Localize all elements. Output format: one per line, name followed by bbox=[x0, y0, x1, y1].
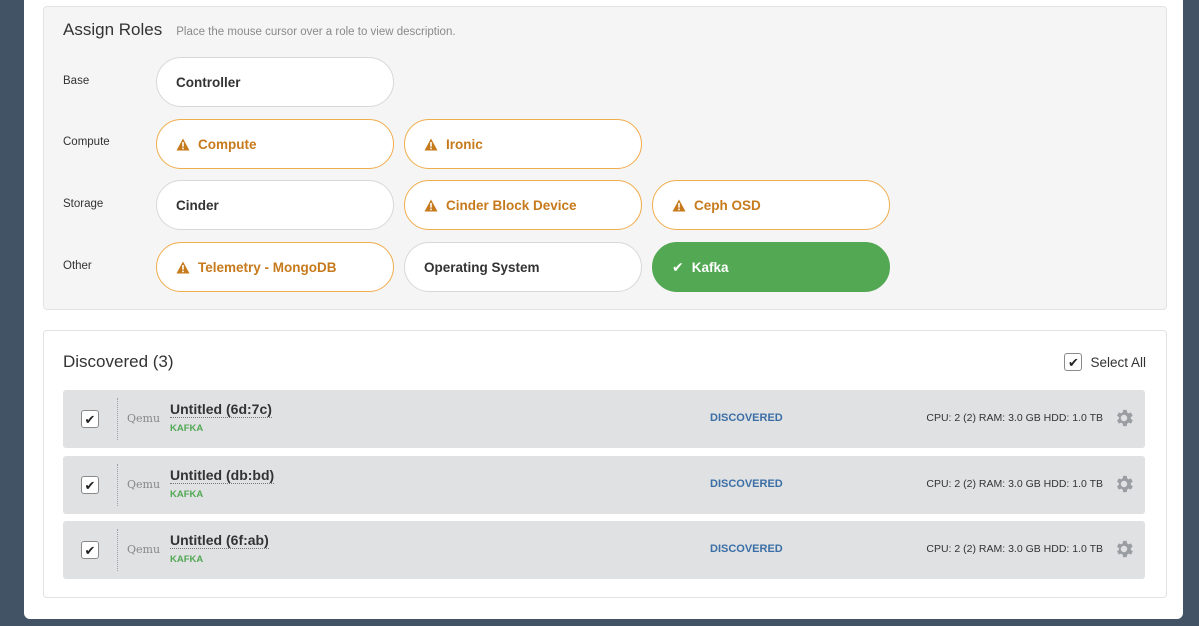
node-row[interactable]: ✔ Qemu Untitled (6d:7c) KAFKA DISCOVERED… bbox=[63, 390, 1145, 448]
node-checkbox[interactable]: ✔ bbox=[81, 410, 99, 428]
node-vendor: Qemu bbox=[127, 412, 161, 425]
assign-roles-panel: Assign Roles Place the mouse cursor over… bbox=[43, 6, 1167, 310]
assign-roles-header: Assign Roles Place the mouse cursor over… bbox=[63, 20, 456, 40]
group-label-other: Other bbox=[63, 260, 92, 272]
role-label: Cinder bbox=[176, 197, 219, 213]
node-status: DISCOVERED bbox=[710, 543, 783, 555]
row-divider bbox=[117, 464, 118, 506]
role-controller[interactable]: Controller bbox=[156, 57, 394, 107]
group-label-compute: Compute bbox=[63, 136, 110, 148]
main-panel: Assign Roles Place the mouse cursor over… bbox=[24, 0, 1183, 619]
node-name[interactable]: Untitled (6d:7c) bbox=[170, 401, 272, 418]
role-cinder-block-device[interactable]: Cinder Block Device bbox=[404, 180, 642, 230]
role-operating-system[interactable]: Operating System bbox=[404, 242, 642, 292]
role-label: Cinder Block Device bbox=[446, 197, 577, 213]
row-divider bbox=[117, 529, 118, 571]
node-role: KAFKA bbox=[170, 554, 204, 565]
checkmark-icon: ✔ bbox=[672, 258, 684, 275]
node-name[interactable]: Untitled (6f:ab) bbox=[170, 532, 269, 549]
group-label-storage: Storage bbox=[63, 198, 104, 210]
role-ironic[interactable]: Ironic bbox=[404, 119, 642, 169]
assign-roles-title: Assign Roles bbox=[63, 20, 163, 39]
group-label-base: Base bbox=[63, 75, 90, 87]
gear-icon[interactable] bbox=[1113, 407, 1135, 429]
role-cinder[interactable]: Cinder bbox=[156, 180, 394, 230]
select-all-label: Select All bbox=[1090, 354, 1146, 370]
discovered-nodes-panel: Discovered (3) ✔ Select All ✔ Qemu Untit… bbox=[43, 330, 1167, 598]
role-telemetry-mongodb[interactable]: Telemetry - MongoDB bbox=[156, 242, 394, 292]
node-specs: CPU: 2 (2) RAM: 3.0 GB HDD: 1.0 TB bbox=[926, 412, 1103, 424]
role-kafka[interactable]: ✔ Kafka bbox=[652, 242, 890, 292]
discovered-title: Discovered (3) bbox=[63, 352, 174, 371]
node-specs: CPU: 2 (2) RAM: 3.0 GB HDD: 1.0 TB bbox=[926, 543, 1103, 555]
role-label: Compute bbox=[198, 136, 257, 152]
select-all-control[interactable]: ✔ Select All bbox=[1064, 353, 1146, 371]
node-row[interactable]: ✔ Qemu Untitled (db:bd) KAFKA DISCOVERED… bbox=[63, 456, 1145, 514]
node-checkbox[interactable]: ✔ bbox=[81, 541, 99, 559]
node-status: DISCOVERED bbox=[710, 478, 783, 490]
warning-triangle-icon bbox=[424, 138, 438, 150]
role-label: Kafka bbox=[691, 259, 729, 275]
role-label: Telemetry - MongoDB bbox=[198, 259, 337, 275]
role-ceph-osd[interactable]: Ceph OSD bbox=[652, 180, 890, 230]
row-divider bbox=[117, 398, 118, 440]
select-all-checkbox[interactable]: ✔ bbox=[1064, 353, 1083, 371]
warning-triangle-icon bbox=[176, 261, 190, 273]
node-row[interactable]: ✔ Qemu Untitled (6f:ab) KAFKA DISCOVERED… bbox=[63, 521, 1145, 579]
role-compute[interactable]: Compute bbox=[156, 119, 394, 169]
role-label: Controller bbox=[176, 74, 241, 90]
gear-icon[interactable] bbox=[1113, 473, 1135, 495]
node-checkbox[interactable]: ✔ bbox=[81, 476, 99, 494]
role-label: Ironic bbox=[446, 136, 483, 152]
warning-triangle-icon bbox=[672, 199, 686, 211]
node-name[interactable]: Untitled (db:bd) bbox=[170, 467, 275, 484]
role-label: Operating System bbox=[424, 259, 540, 275]
node-role: KAFKA bbox=[170, 423, 204, 434]
node-vendor: Qemu bbox=[127, 478, 161, 491]
assign-roles-hint: Place the mouse cursor over a role to vi… bbox=[176, 26, 456, 38]
node-vendor: Qemu bbox=[127, 543, 161, 556]
role-label: Ceph OSD bbox=[694, 197, 761, 213]
warning-triangle-icon bbox=[424, 199, 438, 211]
node-role: KAFKA bbox=[170, 489, 204, 500]
node-specs: CPU: 2 (2) RAM: 3.0 GB HDD: 1.0 TB bbox=[926, 478, 1103, 490]
node-status: DISCOVERED bbox=[710, 412, 783, 424]
gear-icon[interactable] bbox=[1113, 538, 1135, 560]
warning-triangle-icon bbox=[176, 138, 190, 150]
